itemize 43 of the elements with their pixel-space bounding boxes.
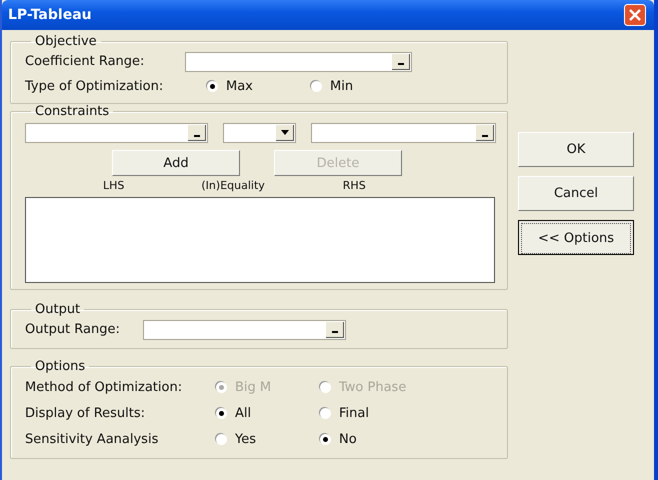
radio-label: Max [226, 79, 253, 94]
range-field[interactable] [185, 52, 412, 72]
dialog-button[interactable]: OK [518, 132, 634, 167]
range-select-icon[interactable] [326, 322, 344, 338]
column-header: RHS [342, 179, 366, 194]
field-label: Coefficient Range: [25, 54, 146, 69]
radio-button[interactable] [207, 81, 218, 92]
option-label: Method of Optimization: [25, 380, 184, 394]
constraints-list[interactable] [25, 197, 495, 283]
column-header: (In)Equality [201, 179, 265, 194]
lhs-field[interactable] [25, 123, 208, 143]
group-title: Options [34, 359, 86, 374]
range-select-icon[interactable] [392, 54, 410, 70]
radio-label: Yes [235, 432, 256, 446]
radio-label: Min [330, 79, 354, 94]
radio-label: Two Phase [339, 380, 406, 394]
option-label: Display of Results: [25, 406, 146, 420]
range-select-icon[interactable] [476, 125, 494, 141]
radio-label: All [235, 406, 252, 420]
radio-label: Big M [235, 380, 272, 394]
radio-button[interactable] [320, 434, 331, 444]
group-title: Constraints [34, 104, 110, 119]
range-field[interactable] [143, 320, 346, 340]
group-title: Objective [34, 34, 98, 49]
field-label: Type of Optimization: [25, 79, 164, 94]
option-label: Sensitivity Aanalysis [25, 432, 160, 446]
column-header: LHS [103, 179, 124, 194]
dialog-button[interactable]: Cancel [518, 176, 634, 211]
radio-button[interactable] [311, 81, 322, 92]
radio-button[interactable] [216, 408, 227, 418]
close-icon[interactable] [624, 4, 646, 26]
radio-label: Final [339, 406, 369, 420]
radio-button[interactable] [216, 434, 227, 444]
group-title: Output [34, 302, 82, 317]
radio-button[interactable] [320, 408, 331, 418]
dialog-button[interactable]: << Options [518, 220, 634, 255]
add-button[interactable]: Add [112, 150, 240, 176]
inequality-dropdown[interactable] [223, 123, 296, 143]
window-title: LP-Tableau [8, 7, 92, 23]
rhs-field[interactable] [311, 123, 496, 143]
field-label: Output Range: [25, 322, 121, 337]
radio-label: No [339, 432, 357, 446]
range-select-icon[interactable] [188, 125, 206, 141]
